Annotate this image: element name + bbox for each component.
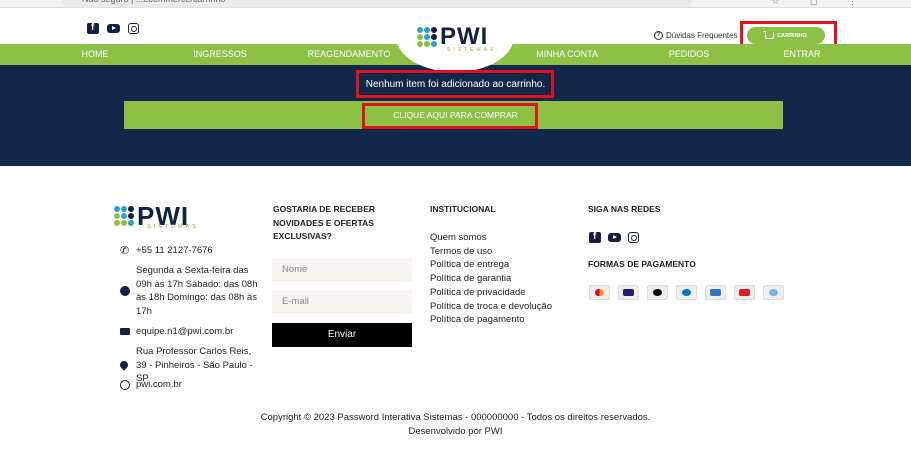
developed-by: Desenvolvido por PWI — [408, 425, 503, 437]
logo-subtitle: SISTEMAS — [447, 47, 497, 53]
nav-item-home[interactable]: HOME — [82, 49, 109, 59]
amex-icon — [705, 285, 726, 300]
mastercard-icon — [589, 285, 610, 300]
logo-subtitle: SISTEMAS — [147, 224, 199, 230]
email-text[interactable]: equipe.n1@pwi.com.br — [136, 325, 233, 339]
newsletter-title: GOSTARIA DE RECEBER NOVIDADES E OFERTAS … — [273, 204, 376, 241]
globe-icon — [120, 379, 130, 390]
link-politica-privacidade[interactable]: Política de privacidade — [430, 286, 552, 300]
nav-item-reagendamento[interactable]: REAGENDAMENTO — [308, 49, 391, 59]
payment-title: FORMAS DE PAGAMENTO — [588, 259, 696, 269]
contact-phone: ✆ +55 11 2127-7676 — [120, 244, 213, 258]
instagram-icon[interactable] — [628, 232, 639, 243]
footer-social-links — [589, 231, 639, 243]
website-text[interactable]: pwi.com.br — [136, 378, 182, 392]
boleto-icon — [763, 285, 784, 300]
institutional-links: Quem somos Termos de uso Política de ent… — [430, 231, 552, 327]
contact-hours: Segunda a Sexta-feira das 09h às 17h Sáb… — [120, 264, 260, 318]
phone-icon: ✆ — [120, 244, 130, 257]
faq-link[interactable]: ? Dúvidas Frequentes — [654, 31, 738, 40]
nav-item-entrar[interactable]: ENTRAR — [783, 49, 820, 59]
visa-icon — [618, 285, 639, 300]
question-icon: ? — [654, 31, 663, 40]
logo-dots-icon — [114, 206, 134, 226]
empty-message-highlight-box — [356, 70, 554, 98]
browser-toolbar: Não seguro | ...ecommerce/carrinho ☆ ◻ ⋮ — [0, 0, 911, 8]
link-politica-garantia[interactable]: Política de garantia — [430, 272, 552, 286]
contact-website: pwi.com.br — [120, 378, 182, 392]
copyright: Copyright © 2023 Password Interativa Sis… — [0, 411, 911, 438]
logo-word: PWI — [440, 23, 489, 50]
footer-logo[interactable]: PWI SISTEMAS — [114, 203, 196, 230]
browser-icons: ☆ ◻ ⋮ — [771, 0, 871, 6]
facebook-icon[interactable] — [589, 231, 601, 243]
mail-icon — [120, 328, 130, 336]
send-button[interactable]: Enviar — [272, 323, 412, 347]
contact-email: equipe.n1@pwi.com.br — [120, 325, 233, 339]
clock-icon — [120, 286, 130, 296]
copyright-text: Copyright © 2023 Password Interativa Sis… — [260, 412, 651, 423]
email-field[interactable]: E-mail — [272, 290, 412, 314]
link-politica-troca[interactable]: Política de troca e devolução — [430, 300, 552, 314]
diners-icon — [676, 285, 697, 300]
location-pin-icon — [118, 359, 130, 371]
hipercard-icon — [734, 285, 755, 300]
institutional-title: INSTITUCIONAL — [430, 204, 496, 214]
buy-button-highlight-box — [362, 103, 538, 129]
name-field[interactable]: Nome — [272, 258, 412, 282]
nav-item-pedidos[interactable]: PEDIDOS — [669, 49, 710, 59]
logo-dots-icon — [417, 27, 437, 47]
instagram-icon[interactable] — [128, 23, 139, 34]
header-social-links — [87, 22, 139, 34]
link-termos-de-uso[interactable]: Termos de uso — [430, 245, 552, 259]
address-bar[interactable]: Não seguro | ...ecommerce/carrinho — [62, 0, 692, 7]
facebook-icon[interactable] — [87, 22, 99, 34]
phone-text: +55 11 2127-7676 — [136, 245, 213, 256]
elo-icon — [647, 285, 668, 300]
link-politica-entrega[interactable]: Política de entrega — [430, 258, 552, 272]
link-quem-somos[interactable]: Quem somos — [430, 231, 552, 245]
hours-text: Segunda a Sexta-feira das 09h às 17h Sáb… — [136, 265, 258, 317]
youtube-icon[interactable] — [608, 233, 621, 242]
header-logo[interactable]: PWI SISTEMAS — [417, 23, 493, 53]
faq-label: Dúvidas Frequentes — [666, 31, 738, 40]
social-title: SIGA NAS REDES — [588, 204, 661, 214]
link-politica-pagamento[interactable]: Política de pagamento — [430, 313, 552, 327]
youtube-icon[interactable] — [107, 24, 120, 33]
payment-methods — [589, 285, 784, 300]
nav-item-minha-conta[interactable]: MINHA CONTA — [536, 49, 598, 59]
nav-item-ingressos[interactable]: INGRESSOS — [193, 49, 247, 59]
